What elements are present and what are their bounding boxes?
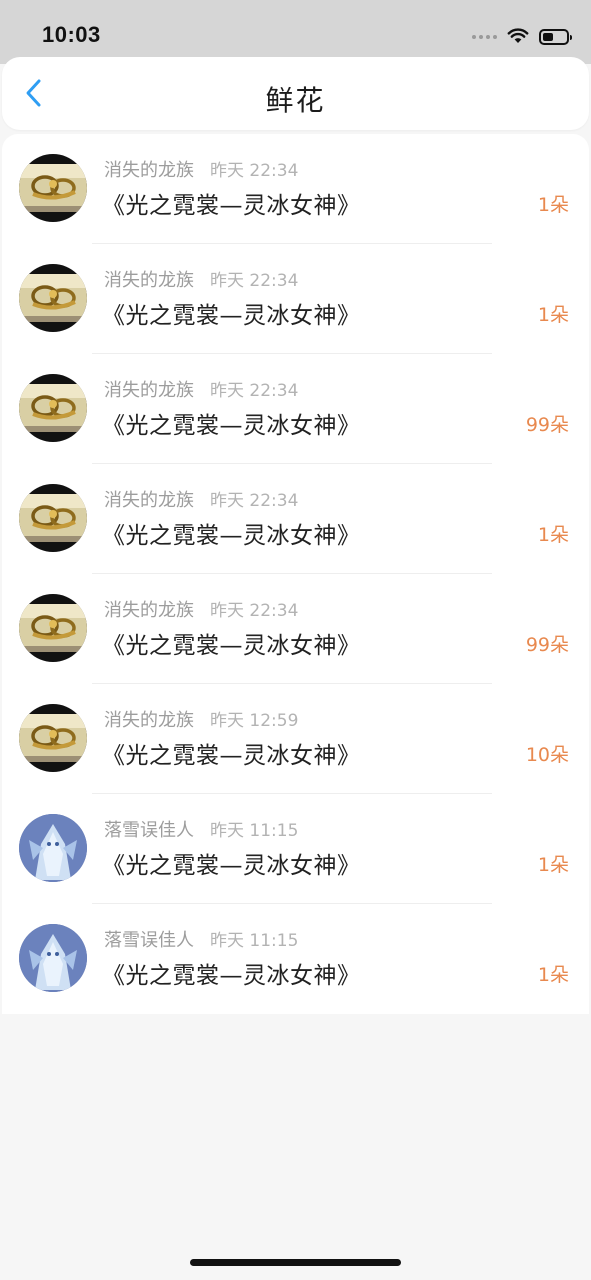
gift-meta: 消失的龙族 昨天 22:34 xyxy=(104,486,298,512)
flower-count: 1朵 xyxy=(537,854,569,876)
flower-count: 10朵 xyxy=(525,744,569,766)
gift-meta: 落雪误佳人 昨天 11:15 xyxy=(104,816,298,842)
sender-name[interactable]: 消失的龙族 xyxy=(104,596,194,622)
gift-name: 《光之霓裳—灵冰女神》 xyxy=(102,413,361,439)
blue-avatar[interactable] xyxy=(19,924,87,992)
gift-name: 《光之霓裳—灵冰女神》 xyxy=(102,963,361,989)
gift-meta: 消失的龙族 昨天 12:59 xyxy=(104,706,298,732)
flower-count: 99朵 xyxy=(525,634,569,656)
gold-avatar[interactable] xyxy=(19,374,87,442)
gold-avatar[interactable] xyxy=(19,704,87,772)
sender-name[interactable]: 消失的龙族 xyxy=(104,156,194,182)
gift-time: 昨天 22:34 xyxy=(210,161,299,181)
gift-row[interactable]: 消失的龙族 昨天 12:59 《光之霓裳—灵冰女神》 10朵 xyxy=(2,684,589,794)
sender-name[interactable]: 消失的龙族 xyxy=(104,376,194,402)
gift-time: 昨天 22:34 xyxy=(210,271,299,291)
signal-dots-icon xyxy=(472,35,497,39)
gift-name: 《光之霓裳—灵冰女神》 xyxy=(102,633,361,659)
gift-meta: 消失的龙族 昨天 22:34 xyxy=(104,156,298,182)
gold-avatar[interactable] xyxy=(19,594,87,662)
sender-name[interactable]: 消失的龙族 xyxy=(104,266,194,292)
sender-name[interactable]: 消失的龙族 xyxy=(104,706,194,732)
gift-row[interactable]: 消失的龙族 昨天 22:34 《光之霓裳—灵冰女神》 1朵 xyxy=(2,134,589,244)
gift-meta: 消失的龙族 昨天 22:34 xyxy=(104,266,298,292)
blue-avatar[interactable] xyxy=(19,814,87,882)
gold-avatar[interactable] xyxy=(19,154,87,222)
gold-avatar[interactable] xyxy=(19,264,87,332)
gift-name: 《光之霓裳—灵冰女神》 xyxy=(102,743,361,769)
gift-time: 昨天 12:59 xyxy=(210,711,299,731)
gift-time: 昨天 22:34 xyxy=(210,381,299,401)
wifi-icon xyxy=(507,27,529,48)
gift-row[interactable]: 消失的龙族 昨天 22:34 《光之霓裳—灵冰女神》 1朵 xyxy=(2,244,589,354)
battery-fill xyxy=(543,33,553,41)
flower-count: 1朵 xyxy=(537,524,569,546)
gift-list-card: 消失的龙族 昨天 22:34 《光之霓裳—灵冰女神》 1朵 消失的龙族 昨天 2… xyxy=(2,134,589,1014)
gift-meta: 消失的龙族 昨天 22:34 xyxy=(104,376,298,402)
sender-name[interactable]: 消失的龙族 xyxy=(104,486,194,512)
flower-count: 99朵 xyxy=(525,414,569,436)
sender-name[interactable]: 落雪误佳人 xyxy=(104,816,194,842)
gift-meta: 落雪误佳人 昨天 11:15 xyxy=(104,926,298,952)
gift-time: 昨天 22:34 xyxy=(210,491,299,511)
flower-count: 1朵 xyxy=(537,304,569,326)
gift-time: 昨天 11:15 xyxy=(210,821,299,841)
gift-name: 《光之霓裳—灵冰女神》 xyxy=(102,523,361,549)
gift-meta: 消失的龙族 昨天 22:34 xyxy=(104,596,298,622)
battery-icon xyxy=(539,29,572,45)
gold-avatar[interactable] xyxy=(19,484,87,552)
flower-count: 1朵 xyxy=(537,194,569,216)
home-indicator[interactable] xyxy=(190,1259,401,1266)
flower-count: 1朵 xyxy=(537,964,569,986)
status-time: 10:03 xyxy=(42,22,101,47)
gift-name: 《光之霓裳—灵冰女神》 xyxy=(102,303,361,329)
gift-name: 《光之霓裳—灵冰女神》 xyxy=(102,193,361,219)
gift-row[interactable]: 消失的龙族 昨天 22:34 《光之霓裳—灵冰女神》 99朵 xyxy=(2,574,589,684)
gift-time: 昨天 22:34 xyxy=(210,601,299,621)
gift-name: 《光之霓裳—灵冰女神》 xyxy=(102,853,361,879)
status-icons xyxy=(472,24,572,50)
status-bar: 10:03 xyxy=(0,0,591,64)
gift-row[interactable]: 消失的龙族 昨天 22:34 《光之霓裳—灵冰女神》 99朵 xyxy=(2,354,589,464)
screen: 10:03 鲜花 消失的龙族 昨天 22:34 《光之霓裳—灵冰女神》 1朵 消… xyxy=(0,0,591,1280)
sender-name[interactable]: 落雪误佳人 xyxy=(104,926,194,952)
gift-time: 昨天 11:15 xyxy=(210,931,299,951)
gift-row[interactable]: 消失的龙族 昨天 22:34 《光之霓裳—灵冰女神》 1朵 xyxy=(2,464,589,574)
gift-list: 消失的龙族 昨天 22:34 《光之霓裳—灵冰女神》 1朵 消失的龙族 昨天 2… xyxy=(2,134,589,1014)
gift-row[interactable]: 落雪误佳人 昨天 11:15 《光之霓裳—灵冰女神》 1朵 xyxy=(2,904,589,1014)
nav-header: 鲜花 xyxy=(2,57,589,130)
page-title: 鲜花 xyxy=(265,84,326,117)
gift-row[interactable]: 落雪误佳人 昨天 11:15 《光之霓裳—灵冰女神》 1朵 xyxy=(2,794,589,904)
